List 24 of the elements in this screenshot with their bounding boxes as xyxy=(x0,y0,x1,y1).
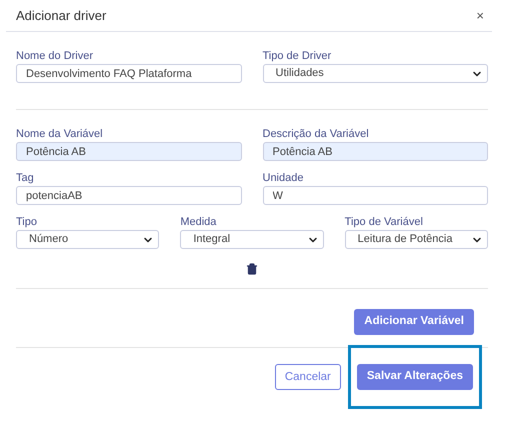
field-label: Tag xyxy=(16,171,35,185)
input-field[interactable]: potenciaAB xyxy=(16,186,242,205)
field-label: Medida xyxy=(180,215,218,229)
dialog-title: Adicionar driver xyxy=(16,6,106,25)
input-field[interactable]: W xyxy=(262,186,488,205)
select-field[interactable]: Utilidades xyxy=(262,64,488,83)
add-variable-button[interactable]: Adicionar Variável xyxy=(354,309,474,335)
save-button[interactable]: Salvar Alterações xyxy=(356,364,473,390)
input-field[interactable]: Potência AB xyxy=(262,142,488,161)
field-label: Unidade xyxy=(262,171,304,185)
field-label: Tipo xyxy=(16,215,38,229)
field-label: Nome do Driver xyxy=(16,49,94,63)
select-field[interactable]: Número xyxy=(16,230,160,249)
select-field[interactable]: Leitura de Potência xyxy=(344,230,488,249)
field-label: Tipo de Driver xyxy=(262,49,332,63)
field-label: Tipo de Variável xyxy=(344,215,424,229)
select-field[interactable]: Integral xyxy=(180,230,324,249)
trash-icon[interactable] xyxy=(246,263,258,275)
cancel-button[interactable]: Cancelar xyxy=(274,364,341,390)
close-button[interactable]: × xyxy=(472,6,488,26)
input-field[interactable]: Potência AB xyxy=(16,142,242,161)
field-label: Nome da Variável xyxy=(16,127,104,141)
field-label: Descrição da Variável xyxy=(262,127,370,141)
input-field[interactable]: Desenvolvimento FAQ Plataforma xyxy=(16,64,242,83)
